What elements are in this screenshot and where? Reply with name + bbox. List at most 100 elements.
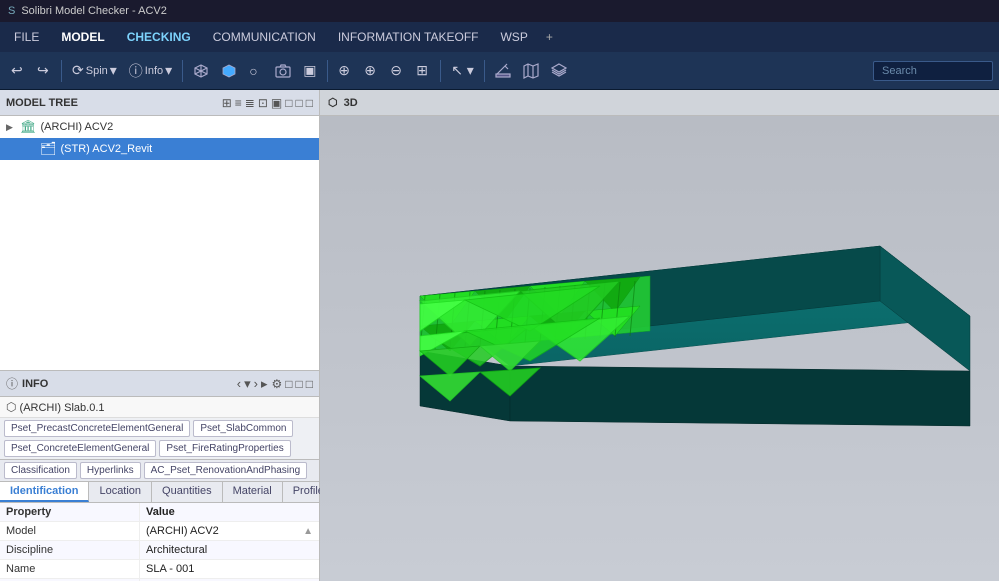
- pset-tab-concrete[interactable]: Pset_ConcreteElementGeneral: [4, 440, 156, 457]
- select-cursor-button[interactable]: ↖ ▾: [446, 59, 479, 82]
- prop-row-name: Name SLA - 001: [0, 560, 319, 579]
- toolbar: ↩ ↪ ⟳ Spin ▾ ⓘ Info ▾ ○ ▣ ⊕ ⊕ ⊖ ⊞ ↖ ▾: [0, 52, 999, 90]
- info-icon-1[interactable]: ⚙: [271, 377, 282, 391]
- left-panel: MODEL TREE ⊞ ≡ ≣ ⊡ ▣ □ □ □ ▶ 🏛 (ARCHI) A…: [0, 90, 320, 581]
- pset-tab-slab[interactable]: Pset_SlabCommon: [193, 420, 293, 437]
- prop-key-model: Model: [0, 522, 140, 540]
- menu-model[interactable]: MODEL: [51, 26, 114, 48]
- viewport-title: 3D: [344, 97, 358, 109]
- info-subtitle-text: (ARCHI) Slab.0.1: [20, 402, 105, 414]
- prop-header-val: Value: [140, 503, 319, 521]
- info-nav-controls: ‹ ▾ › ▸: [237, 376, 268, 392]
- spin-button[interactable]: ⟳ Spin ▾: [67, 59, 122, 82]
- tab-identification[interactable]: Identification: [0, 482, 89, 502]
- tree-icon-6[interactable]: □: [285, 96, 292, 110]
- viewport-header: ⬡ 3D: [320, 90, 999, 116]
- info-nav-more[interactable]: ▸: [261, 376, 268, 392]
- info-panel-icons: ⚙ □ □ □: [271, 377, 313, 391]
- classification-tab[interactable]: Classification: [4, 462, 77, 479]
- info-subtitle-icon: ⬡: [6, 400, 16, 414]
- undo-button[interactable]: ↩: [6, 59, 30, 82]
- viewport-icon: ⬡: [328, 96, 338, 109]
- hyperlinks-tab[interactable]: Hyperlinks: [80, 462, 141, 479]
- scroll-hint: ▲: [303, 526, 313, 537]
- model-tree-panel: MODEL TREE ⊞ ≡ ≣ ⊡ ▣ □ □ □ ▶ 🏛 (ARCHI) A…: [0, 90, 319, 371]
- toolbar-separator-3: [327, 60, 328, 82]
- pset-tab-precast[interactable]: Pset_PrecastConcreteElementGeneral: [4, 420, 190, 437]
- zoom-fit-button[interactable]: ⊕: [333, 59, 357, 82]
- prop-row-header: Property Value: [0, 503, 319, 522]
- toolbar-separator-1: [61, 60, 62, 82]
- zoom-in-button[interactable]: ⊕: [359, 59, 383, 82]
- pset-tab-fire[interactable]: Pset_FireRatingProperties: [159, 440, 290, 457]
- scene-svg: [320, 116, 999, 581]
- viewport-panel: ⬡ 3D: [320, 90, 999, 581]
- menu-wsp[interactable]: WSP: [490, 26, 537, 48]
- menu-file[interactable]: FILE: [4, 26, 49, 48]
- prop-row-model: Model (ARCHI) ACV2 ▲: [0, 522, 319, 541]
- info-panel: ⓘ INFO ‹ ▾ › ▸ ⚙ □ □ □ ⬡ (ARCHI) Slab.0.…: [0, 371, 319, 581]
- zoom-out-button[interactable]: ⊖: [385, 59, 409, 82]
- info-icon-2[interactable]: □: [285, 377, 292, 391]
- layers-button[interactable]: [546, 60, 572, 82]
- tree-icon-2[interactable]: ≡: [235, 96, 242, 110]
- prop-header-key: Property: [0, 503, 140, 521]
- tree-label-str: (STR) ACV2_Revit: [61, 143, 153, 155]
- app-logo: S: [8, 5, 15, 17]
- model-tree-title: MODEL TREE: [6, 97, 218, 109]
- tree-icon-7[interactable]: □: [296, 96, 303, 110]
- menu-checking[interactable]: CHECKING: [117, 26, 201, 48]
- sphere-button[interactable]: ○: [244, 60, 268, 82]
- tree-icon-8[interactable]: □: [306, 96, 313, 110]
- model-tree-header: MODEL TREE ⊞ ≡ ≣ ⊡ ▣ □ □ □: [0, 90, 319, 116]
- info-icon-3[interactable]: □: [296, 377, 303, 391]
- tree-icon-1[interactable]: ⊞: [222, 96, 232, 110]
- tree-arrow-archi: ▶: [6, 122, 16, 133]
- tree-item-archi[interactable]: ▶ 🏛 (ARCHI) ACV2: [0, 116, 319, 138]
- app-title: Solibri Model Checker - ACV2: [21, 5, 167, 17]
- box-solid-button[interactable]: [216, 60, 242, 82]
- tree-label-archi: (ARCHI) ACV2: [41, 121, 114, 133]
- title-bar: S Solibri Model Checker - ACV2: [0, 0, 999, 22]
- viewport-3d[interactable]: [320, 116, 999, 581]
- info-button[interactable]: ⓘ Info ▾: [124, 58, 177, 84]
- classification-tabs: Classification Hyperlinks AC_Pset_Renova…: [0, 460, 319, 482]
- tab-quantities[interactable]: Quantities: [152, 482, 223, 502]
- prop-val-discipline: Architectural: [140, 541, 319, 559]
- tab-location[interactable]: Location: [89, 482, 152, 502]
- tree-icon-5[interactable]: ▣: [271, 96, 282, 110]
- tree-icon-4[interactable]: ⊡: [258, 96, 268, 110]
- tree-icon-3[interactable]: ≣: [245, 96, 255, 110]
- prop-key-name: Name: [0, 560, 140, 578]
- info-nav-prev[interactable]: ‹: [237, 376, 241, 392]
- toolbar-separator-4: [440, 60, 441, 82]
- box-wireframe-button[interactable]: [188, 60, 214, 82]
- camera-button[interactable]: [270, 60, 296, 82]
- search-input[interactable]: [873, 61, 993, 81]
- info-icon-4[interactable]: □: [306, 377, 313, 391]
- property-table: Property Value Model (ARCHI) ACV2 ▲ Disc…: [0, 503, 319, 581]
- info-subtitle: ⬡ (ARCHI) Slab.0.1: [0, 397, 319, 418]
- info-panel-header: ⓘ INFO ‹ ▾ › ▸ ⚙ □ □ □: [0, 371, 319, 397]
- tab-material[interactable]: Material: [223, 482, 283, 502]
- prop-row-discipline: Discipline Architectural: [0, 541, 319, 560]
- menu-add-tab[interactable]: +: [540, 26, 559, 48]
- info-nav-down[interactable]: ▾: [244, 376, 251, 392]
- map-button[interactable]: [518, 60, 544, 82]
- pset-tabs: Pset_PrecastConcreteElementGeneral Pset_…: [0, 418, 319, 460]
- model-tree-toolbar: ⊞ ≡ ≣ ⊡ ▣ □ □ □: [222, 96, 313, 110]
- info-panel-title: INFO: [22, 378, 233, 390]
- tree-icon-archi: 🏛: [20, 119, 37, 135]
- prop-val-name: SLA - 001: [140, 560, 319, 578]
- redo-button[interactable]: ↪: [32, 59, 56, 82]
- tree-item-str[interactable]: 🗂 (STR) ACV2_Revit: [0, 138, 319, 160]
- zoom-box-button[interactable]: ⊞: [411, 59, 435, 82]
- model-view-button[interactable]: ▣: [298, 59, 322, 82]
- menu-information-takeoff[interactable]: INFORMATION TAKEOFF: [328, 26, 489, 48]
- measure-button[interactable]: [490, 60, 516, 82]
- model-tree-content: ▶ 🏛 (ARCHI) ACV2 🗂 (STR) ACV2_Revit: [0, 116, 319, 370]
- prop-key-discipline: Discipline: [0, 541, 140, 559]
- info-nav-next[interactable]: ›: [254, 376, 258, 392]
- renovation-tab[interactable]: AC_Pset_RenovationAndPhasing: [144, 462, 308, 479]
- menu-communication[interactable]: COMMUNICATION: [203, 26, 326, 48]
